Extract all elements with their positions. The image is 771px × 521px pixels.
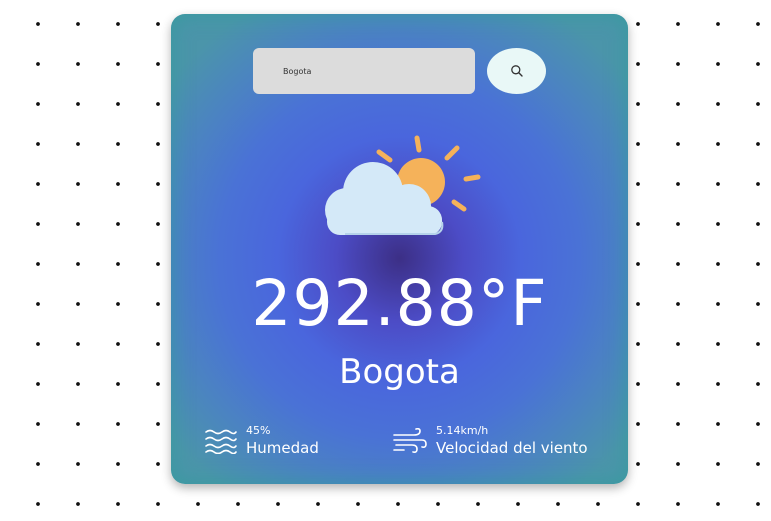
city-name: Bogota (339, 352, 460, 392)
wind-icon (393, 428, 427, 453)
waves-icon (205, 429, 237, 454)
temperature-value: 292.88°F (251, 267, 548, 340)
search-button[interactable] (487, 48, 546, 94)
wind-info: 5.14km/h Velocidad del viento (392, 424, 588, 458)
search-input[interactable] (253, 48, 475, 94)
wind-speed-value: 5.14km/h (436, 424, 489, 437)
humidity-info: 45% Humedad (204, 424, 319, 458)
humidity-label: Humedad (246, 439, 319, 457)
weather-card: 292.88°F Bogota 45% Humedad 5.14km (171, 14, 628, 484)
search-icon (510, 65, 523, 77)
humidity-value: 45% (246, 424, 271, 437)
cloud-sun-icon (325, 135, 481, 235)
wind-speed-label: Velocidad del viento (436, 439, 588, 457)
